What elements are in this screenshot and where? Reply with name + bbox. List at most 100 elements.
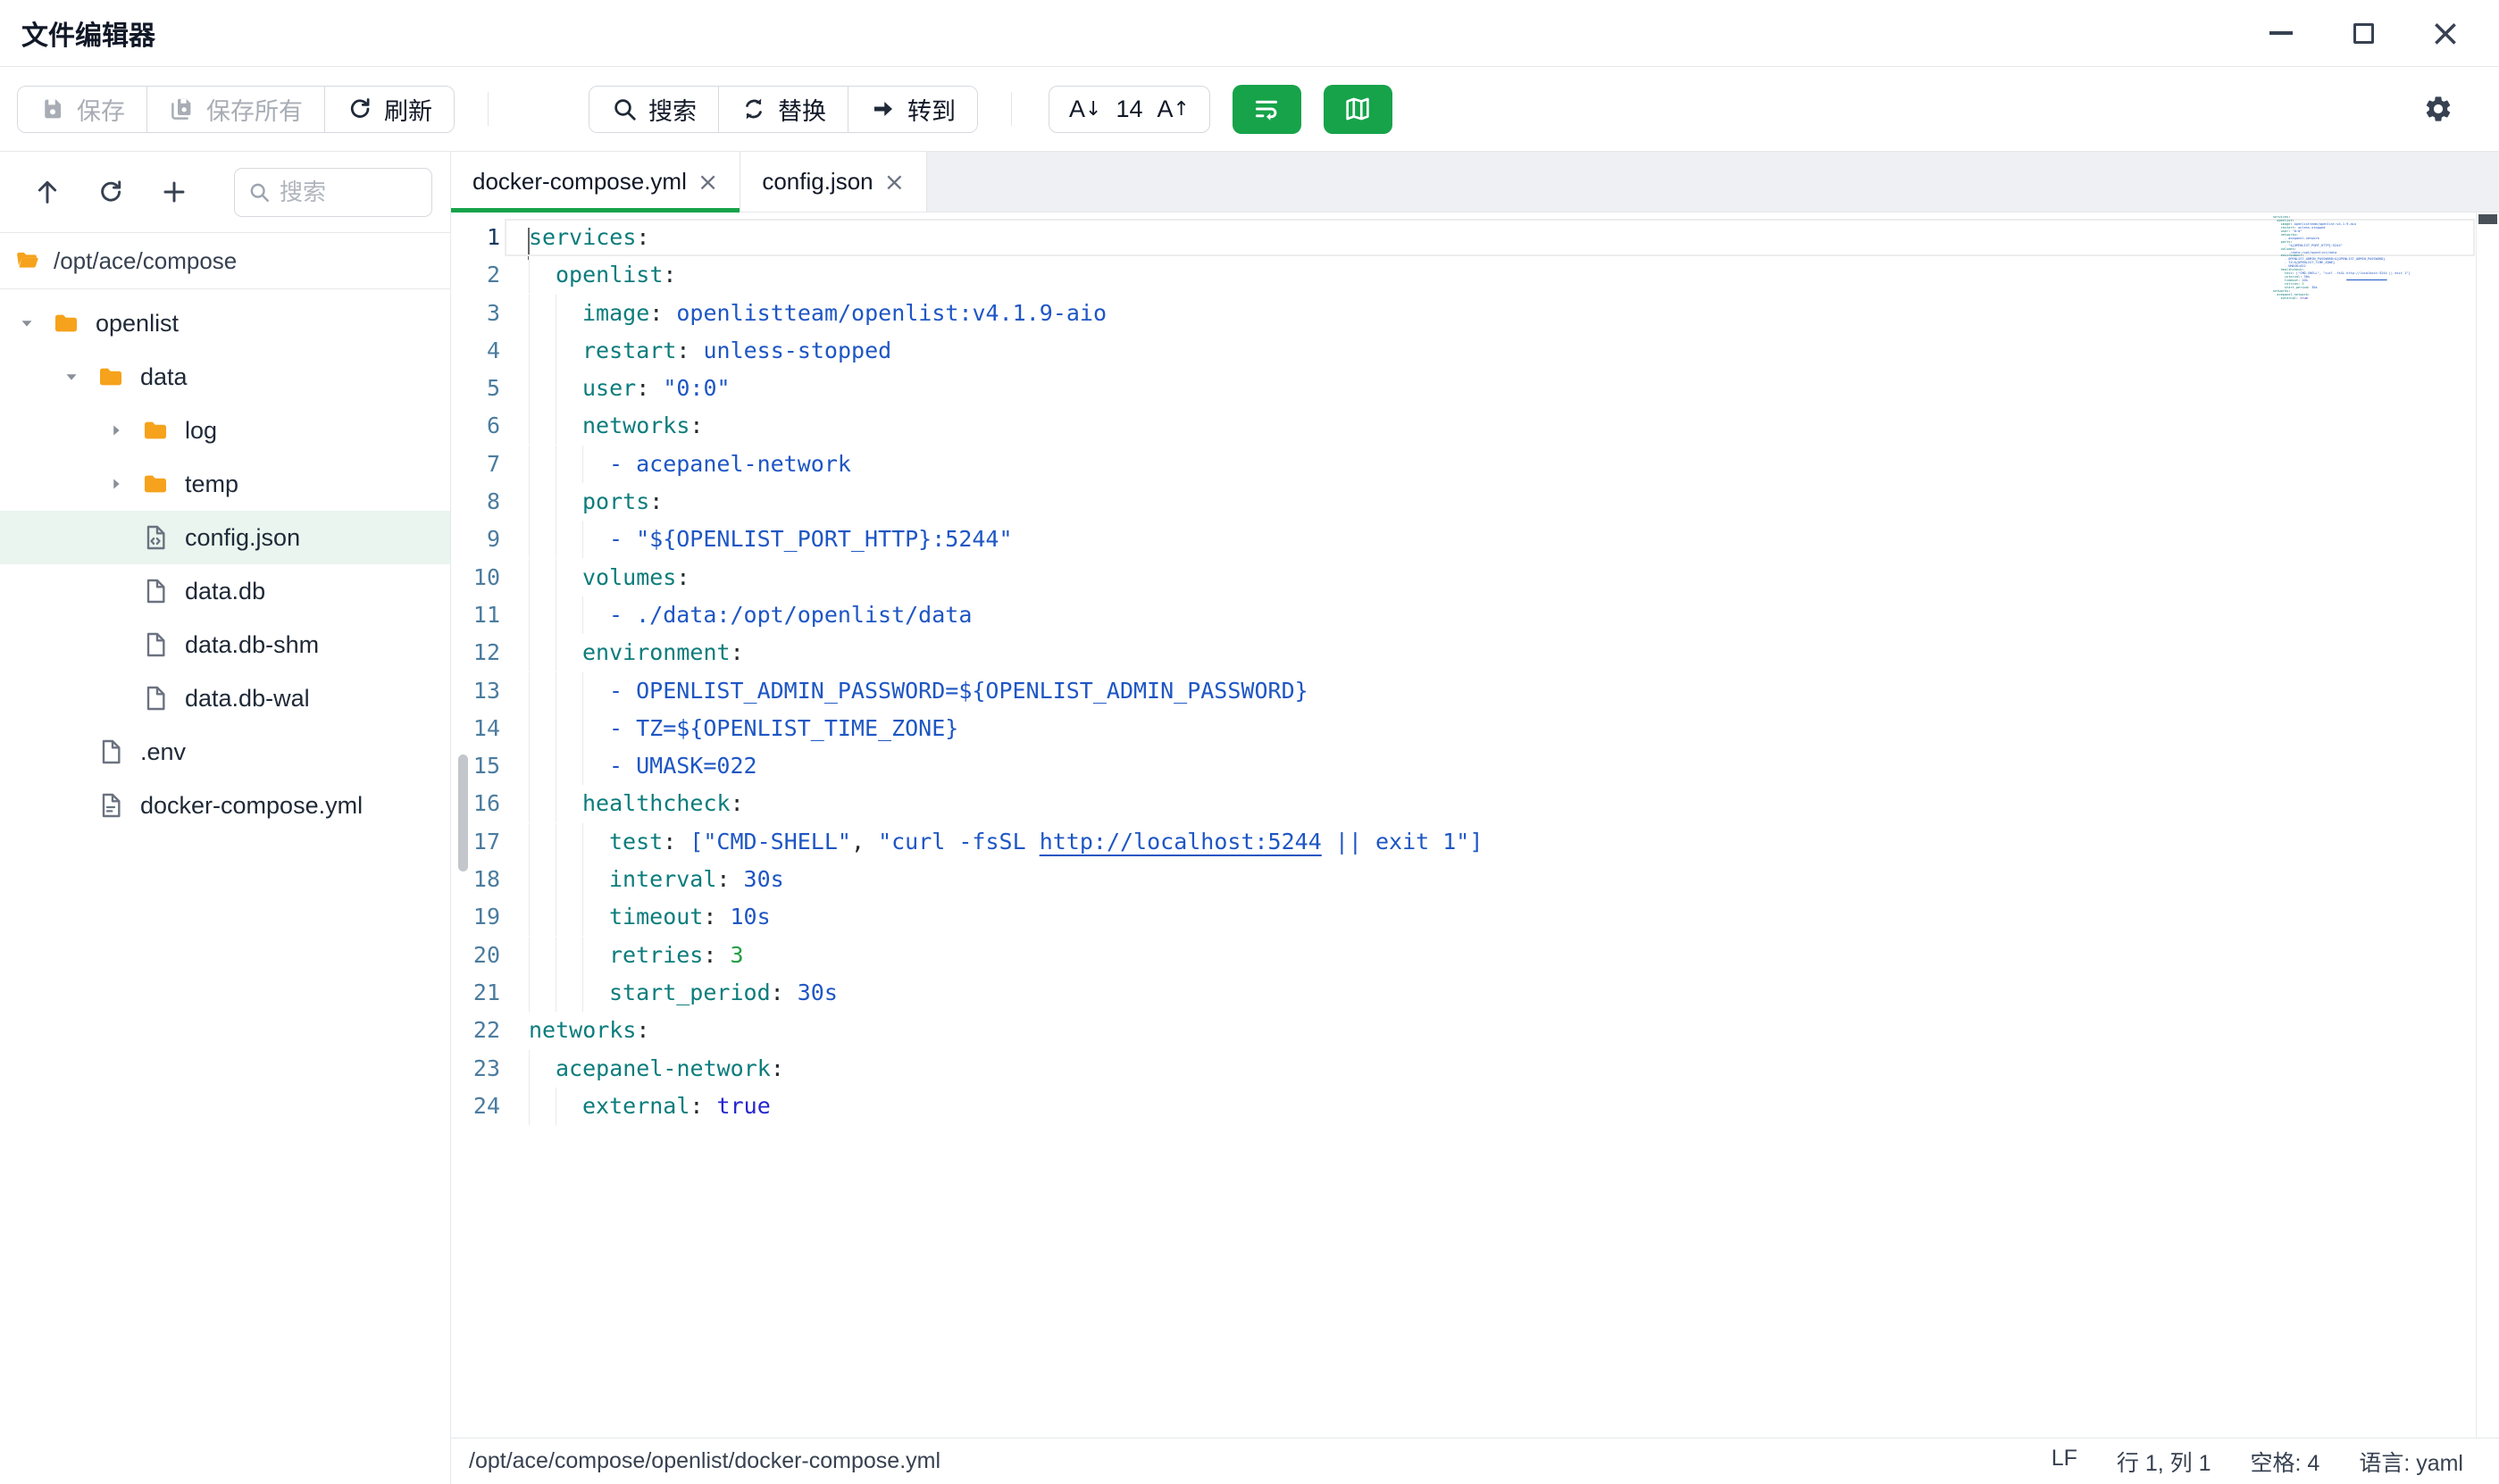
- indent-guide: [556, 295, 582, 332]
- code-token: ["CMD-SHELL": [676, 829, 851, 855]
- tree-item-log[interactable]: log: [0, 404, 450, 457]
- line-content: image: openlistteam/openlist:v4.1.9-aio: [500, 295, 1107, 332]
- line-number: 3: [451, 295, 500, 332]
- code-line: 4restart: unless-stopped: [451, 332, 2499, 370]
- tree-item-docker-compose.yml[interactable]: docker-compose.yml: [0, 779, 450, 832]
- editor-scrollbar[interactable]: [2476, 213, 2499, 1438]
- tree-item-data.db-shm[interactable]: data.db-shm: [0, 618, 450, 671]
- word-wrap-icon: [1251, 94, 1282, 124]
- sidebar-scrollbar-thumb[interactable]: [458, 755, 468, 871]
- indent-guide: [582, 710, 609, 747]
- indent-guide: [582, 446, 609, 483]
- caret-down-icon[interactable]: [58, 363, 85, 390]
- tree-item-.env[interactable]: .env: [0, 725, 450, 779]
- root-path-row[interactable]: /opt/ace/compose: [0, 233, 450, 289]
- refresh-button[interactable]: 刷新: [324, 87, 454, 132]
- indent-guide: [529, 974, 556, 1012]
- indent-guide: [529, 747, 556, 785]
- explorer-search-box[interactable]: [234, 168, 432, 217]
- window-controls: ×: [2263, 15, 2463, 51]
- refresh-icon: [347, 96, 373, 122]
- indent-guide: [556, 710, 582, 747]
- tree-item-label: data.db-wal: [185, 685, 310, 713]
- tree-item-data[interactable]: data: [0, 350, 450, 404]
- replace-button[interactable]: 替换: [718, 87, 848, 132]
- code-token: openlistteam/openlist:v4.1.9-aio: [663, 300, 1107, 326]
- caret-right-icon[interactable]: [103, 417, 130, 444]
- folder-open-icon: [14, 247, 41, 274]
- line-content: environment:: [500, 634, 744, 671]
- word-wrap-button[interactable]: [1233, 85, 1301, 134]
- folder-icon: [96, 362, 126, 392]
- line-number: 7: [451, 446, 500, 483]
- maximize-button[interactable]: [2345, 15, 2381, 51]
- tab-config.json[interactable]: config.json×: [740, 152, 927, 212]
- indent-size[interactable]: 空格: 4: [2251, 1446, 2320, 1478]
- tree-item-data.db-wal[interactable]: data.db-wal: [0, 671, 450, 725]
- code-line: 19timeout: 10s: [451, 898, 2499, 936]
- editor-scrollbar-thumb[interactable]: [2478, 214, 2497, 224]
- code-token: services: [529, 224, 636, 250]
- indent-guide: [556, 1088, 582, 1125]
- tree-item-config.json[interactable]: config.json: [0, 511, 450, 564]
- search-button[interactable]: 搜索: [589, 87, 718, 132]
- tree-item-label: .env: [140, 738, 186, 766]
- code-token: - TZ=${OPENLIST_TIME_ZONE}: [609, 715, 958, 741]
- tree-item-openlist[interactable]: openlist: [0, 296, 450, 350]
- caret-down-icon[interactable]: [13, 310, 40, 337]
- cursor-position[interactable]: 行 1, 列 1: [2117, 1446, 2211, 1478]
- line-content: services:: [500, 219, 649, 256]
- code-token: :: [731, 639, 744, 665]
- upload-button[interactable]: [32, 176, 62, 208]
- code-token: - UMASK=022: [609, 753, 757, 779]
- save-all-label: 保存所有: [206, 92, 303, 127]
- language-mode[interactable]: 语言: yaml: [2359, 1446, 2463, 1478]
- reload-tree-button[interactable]: [96, 176, 125, 208]
- file-icon: [140, 629, 171, 660]
- status-bar: /opt/ace/compose/openlist/docker-compose…: [451, 1438, 2499, 1484]
- line-content: ports:: [500, 483, 663, 521]
- close-icon[interactable]: ×: [698, 170, 718, 195]
- code-token: :: [636, 1017, 649, 1043]
- reload-icon: [96, 178, 125, 206]
- save-all-icon: [169, 96, 196, 122]
- line-content: volumes:: [500, 559, 690, 596]
- code-token: "0:0": [649, 375, 730, 401]
- save-all-button[interactable]: 保存所有: [146, 87, 324, 132]
- line-number: 6: [451, 407, 500, 445]
- tab-docker-compose.yml[interactable]: docker-compose.yml×: [451, 152, 740, 212]
- minimap-toggle-button[interactable]: [1324, 85, 1392, 134]
- code-token: :: [731, 790, 744, 816]
- code-line: 11- ./data:/opt/openlist/data: [451, 596, 2499, 634]
- code-token: true: [703, 1093, 770, 1119]
- code-token: http://localhost:5244: [1040, 829, 1322, 855]
- search-icon: [611, 96, 638, 122]
- minimap-line: external: true: [2273, 297, 2429, 301]
- tree-item-label: config.json: [185, 524, 300, 552]
- code-token: :: [649, 488, 663, 514]
- tree-item-data.db[interactable]: data.db: [0, 564, 450, 618]
- caret-right-icon[interactable]: [103, 471, 130, 497]
- new-file-button[interactable]: [160, 176, 189, 208]
- indent-guide: [556, 937, 582, 974]
- font-increase-button[interactable]: A↑: [1158, 96, 1190, 123]
- line-number: 2: [451, 256, 500, 294]
- eol-indicator[interactable]: LF: [2052, 1446, 2077, 1478]
- code-editor[interactable]: 1services:2openlist:3image: openlistteam…: [451, 213, 2499, 1438]
- minimap[interactable]: services:openlist:image: openlistteam/op…: [2273, 216, 2429, 301]
- save-button[interactable]: 保存: [18, 87, 146, 132]
- explorer-search-input[interactable]: [280, 179, 396, 206]
- tree-item-temp[interactable]: temp: [0, 457, 450, 511]
- code-token: - "${OPENLIST_PORT_HTTP}:5244": [609, 526, 1013, 552]
- settings-button[interactable]: [2419, 89, 2458, 129]
- tree-item-label: openlist: [96, 310, 179, 338]
- close-button[interactable]: ×: [2428, 15, 2463, 51]
- goto-button[interactable]: 转到: [848, 87, 977, 132]
- indent-guide: [529, 823, 556, 861]
- code-token: :: [771, 1055, 784, 1081]
- tree-indent: [103, 631, 130, 658]
- minimize-button[interactable]: [2263, 15, 2299, 51]
- font-decrease-button[interactable]: A↓: [1069, 96, 1101, 123]
- file-tree: openlistdatalogtempconfig.jsondata.dbdat…: [0, 289, 450, 832]
- close-icon[interactable]: ×: [884, 170, 905, 195]
